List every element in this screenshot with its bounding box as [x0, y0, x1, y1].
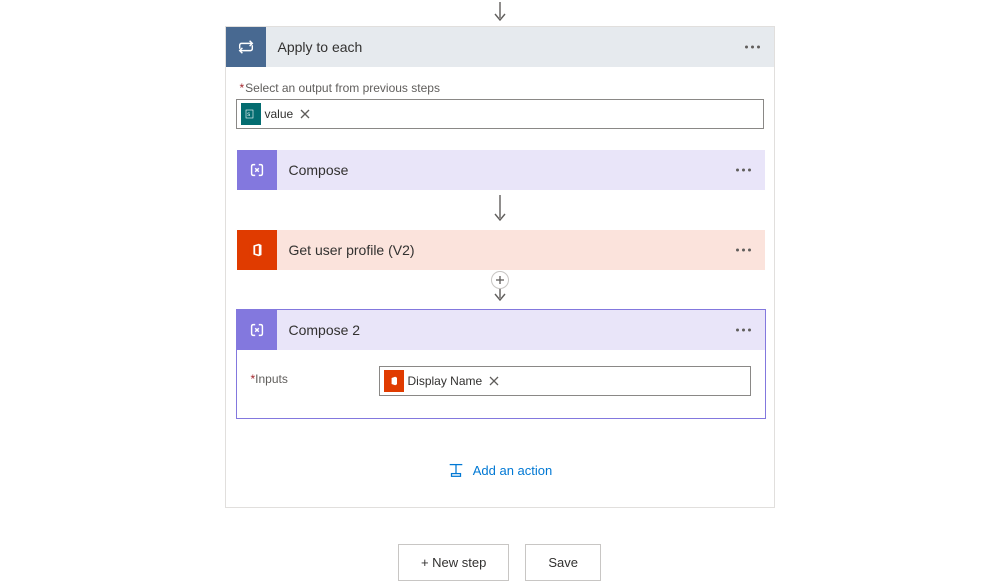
- compose-2-title: Compose 2: [277, 322, 361, 338]
- token-display-name[interactable]: Display Name: [384, 370, 503, 392]
- get-user-profile-card[interactable]: Get user profile (V2): [236, 229, 766, 271]
- compose-title: Compose: [277, 162, 349, 178]
- add-action-button[interactable]: Add an action: [236, 449, 764, 491]
- save-button[interactable]: Save: [525, 544, 601, 581]
- get-user-profile-title: Get user profile (V2): [277, 242, 415, 258]
- inputs-label: *Inputs: [251, 366, 371, 386]
- connector-arrow-top: [492, 0, 508, 26]
- insert-step-button[interactable]: [491, 271, 509, 289]
- compose-icon: [237, 150, 277, 190]
- inputs-input[interactable]: Display Name: [379, 366, 751, 396]
- svg-text:s: s: [247, 112, 250, 118]
- get-user-profile-menu[interactable]: [732, 245, 755, 256]
- select-output-input[interactable]: s value: [236, 99, 764, 129]
- compose-card[interactable]: Compose: [236, 149, 766, 191]
- new-step-button[interactable]: + New step: [398, 544, 509, 581]
- office-icon: [237, 230, 277, 270]
- connector-arrow-1: [236, 191, 764, 229]
- compose-2-menu[interactable]: [732, 325, 755, 336]
- compose-menu[interactable]: [732, 165, 755, 176]
- token-value[interactable]: s value: [241, 103, 314, 125]
- apply-to-each-menu[interactable]: [741, 42, 764, 53]
- select-output-label: *Select an output from previous steps: [240, 81, 764, 95]
- token-display-name-text: Display Name: [404, 374, 487, 388]
- apply-to-each-title: Apply to each: [266, 39, 363, 55]
- token-value-remove[interactable]: [297, 108, 313, 120]
- apply-to-each-card: Apply to each *Select an output from pre…: [225, 26, 775, 508]
- compose-2-card: Compose 2 *Inputs: [236, 309, 766, 419]
- connector-arrow-2: [236, 271, 764, 309]
- add-action-icon: [447, 461, 465, 479]
- token-display-name-remove[interactable]: [486, 375, 502, 387]
- compose-2-header[interactable]: Compose 2: [237, 310, 765, 350]
- sharepoint-icon: s: [241, 103, 261, 125]
- loop-icon: [226, 27, 266, 67]
- apply-to-each-header[interactable]: Apply to each: [226, 27, 774, 67]
- compose-2-icon: [237, 310, 277, 350]
- office-token-icon: [384, 370, 404, 392]
- add-action-label: Add an action: [473, 463, 553, 478]
- token-value-text: value: [261, 107, 298, 121]
